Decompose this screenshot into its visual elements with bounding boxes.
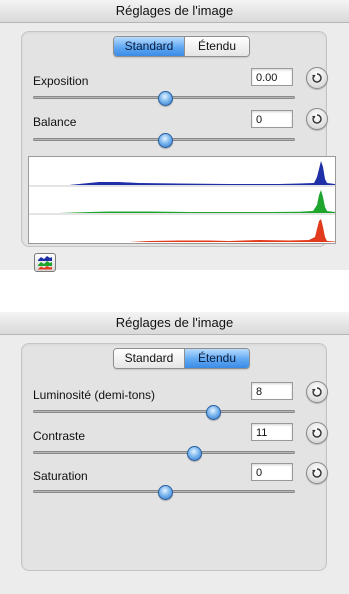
exposure-label: Exposition (33, 74, 89, 88)
exposure-slider-thumb[interactable] (158, 91, 173, 106)
brightness-revert-button[interactable] (306, 381, 328, 403)
mode-segmented-control: Standard Étendu (113, 36, 250, 57)
contrast-label: Contraste (33, 429, 86, 443)
revert-icon (312, 73, 322, 83)
tab-standard[interactable]: Standard (114, 349, 184, 368)
tab-etendu[interactable]: Étendu (184, 37, 249, 56)
saturation-revert-button[interactable] (306, 462, 328, 484)
histogram-graph (29, 161, 335, 242)
contrast-slider-track[interactable] (33, 451, 295, 454)
panel-title: Réglages de l'image (0, 0, 349, 23)
tab-standard[interactable]: Standard (114, 37, 184, 56)
contrast-revert-button[interactable] (306, 422, 328, 444)
balance-label: Balance (33, 115, 77, 129)
brightness-slider-thumb[interactable] (206, 405, 221, 420)
contrast-field[interactable]: 11 (251, 423, 293, 441)
revert-icon (312, 114, 322, 124)
saturation-label: Saturation (33, 469, 88, 483)
balance-revert-button[interactable] (306, 108, 328, 130)
histogram-toggle-button[interactable] (34, 253, 56, 272)
adjustments-group-box (21, 343, 327, 571)
revert-icon (312, 468, 322, 478)
saturation-slider-thumb[interactable] (158, 485, 173, 500)
histogram-red-channel (29, 219, 335, 242)
saturation-field[interactable]: 0 (251, 463, 293, 481)
revert-icon (312, 387, 322, 397)
revert-icon (312, 428, 322, 438)
image-adjustments-panel-etendu: Réglages de l'image Standard Étendu Lumi… (0, 312, 349, 594)
histogram-green-channel (29, 190, 335, 213)
balance-field[interactable]: 0 (251, 110, 293, 128)
image-adjustments-panel-standard: Réglages de l'image Standard Étendu Expo… (0, 0, 349, 272)
contrast-slider-thumb[interactable] (187, 446, 202, 461)
brightness-label: Luminosité (demi-tons) (33, 388, 156, 402)
brightness-field[interactable]: 8 (251, 382, 293, 400)
histogram-blue-channel (29, 161, 335, 185)
brightness-slider-track[interactable] (33, 410, 295, 413)
tab-etendu[interactable]: Étendu (184, 349, 249, 368)
panel-title: Réglages de l'image (0, 312, 349, 335)
exposure-field[interactable]: 0.00 (251, 68, 293, 86)
histogram (28, 156, 336, 244)
histogram-icon (38, 256, 52, 270)
mode-segmented-control: Standard Étendu (113, 348, 250, 369)
balance-slider-thumb[interactable] (158, 133, 173, 148)
exposure-revert-button[interactable] (306, 67, 328, 89)
